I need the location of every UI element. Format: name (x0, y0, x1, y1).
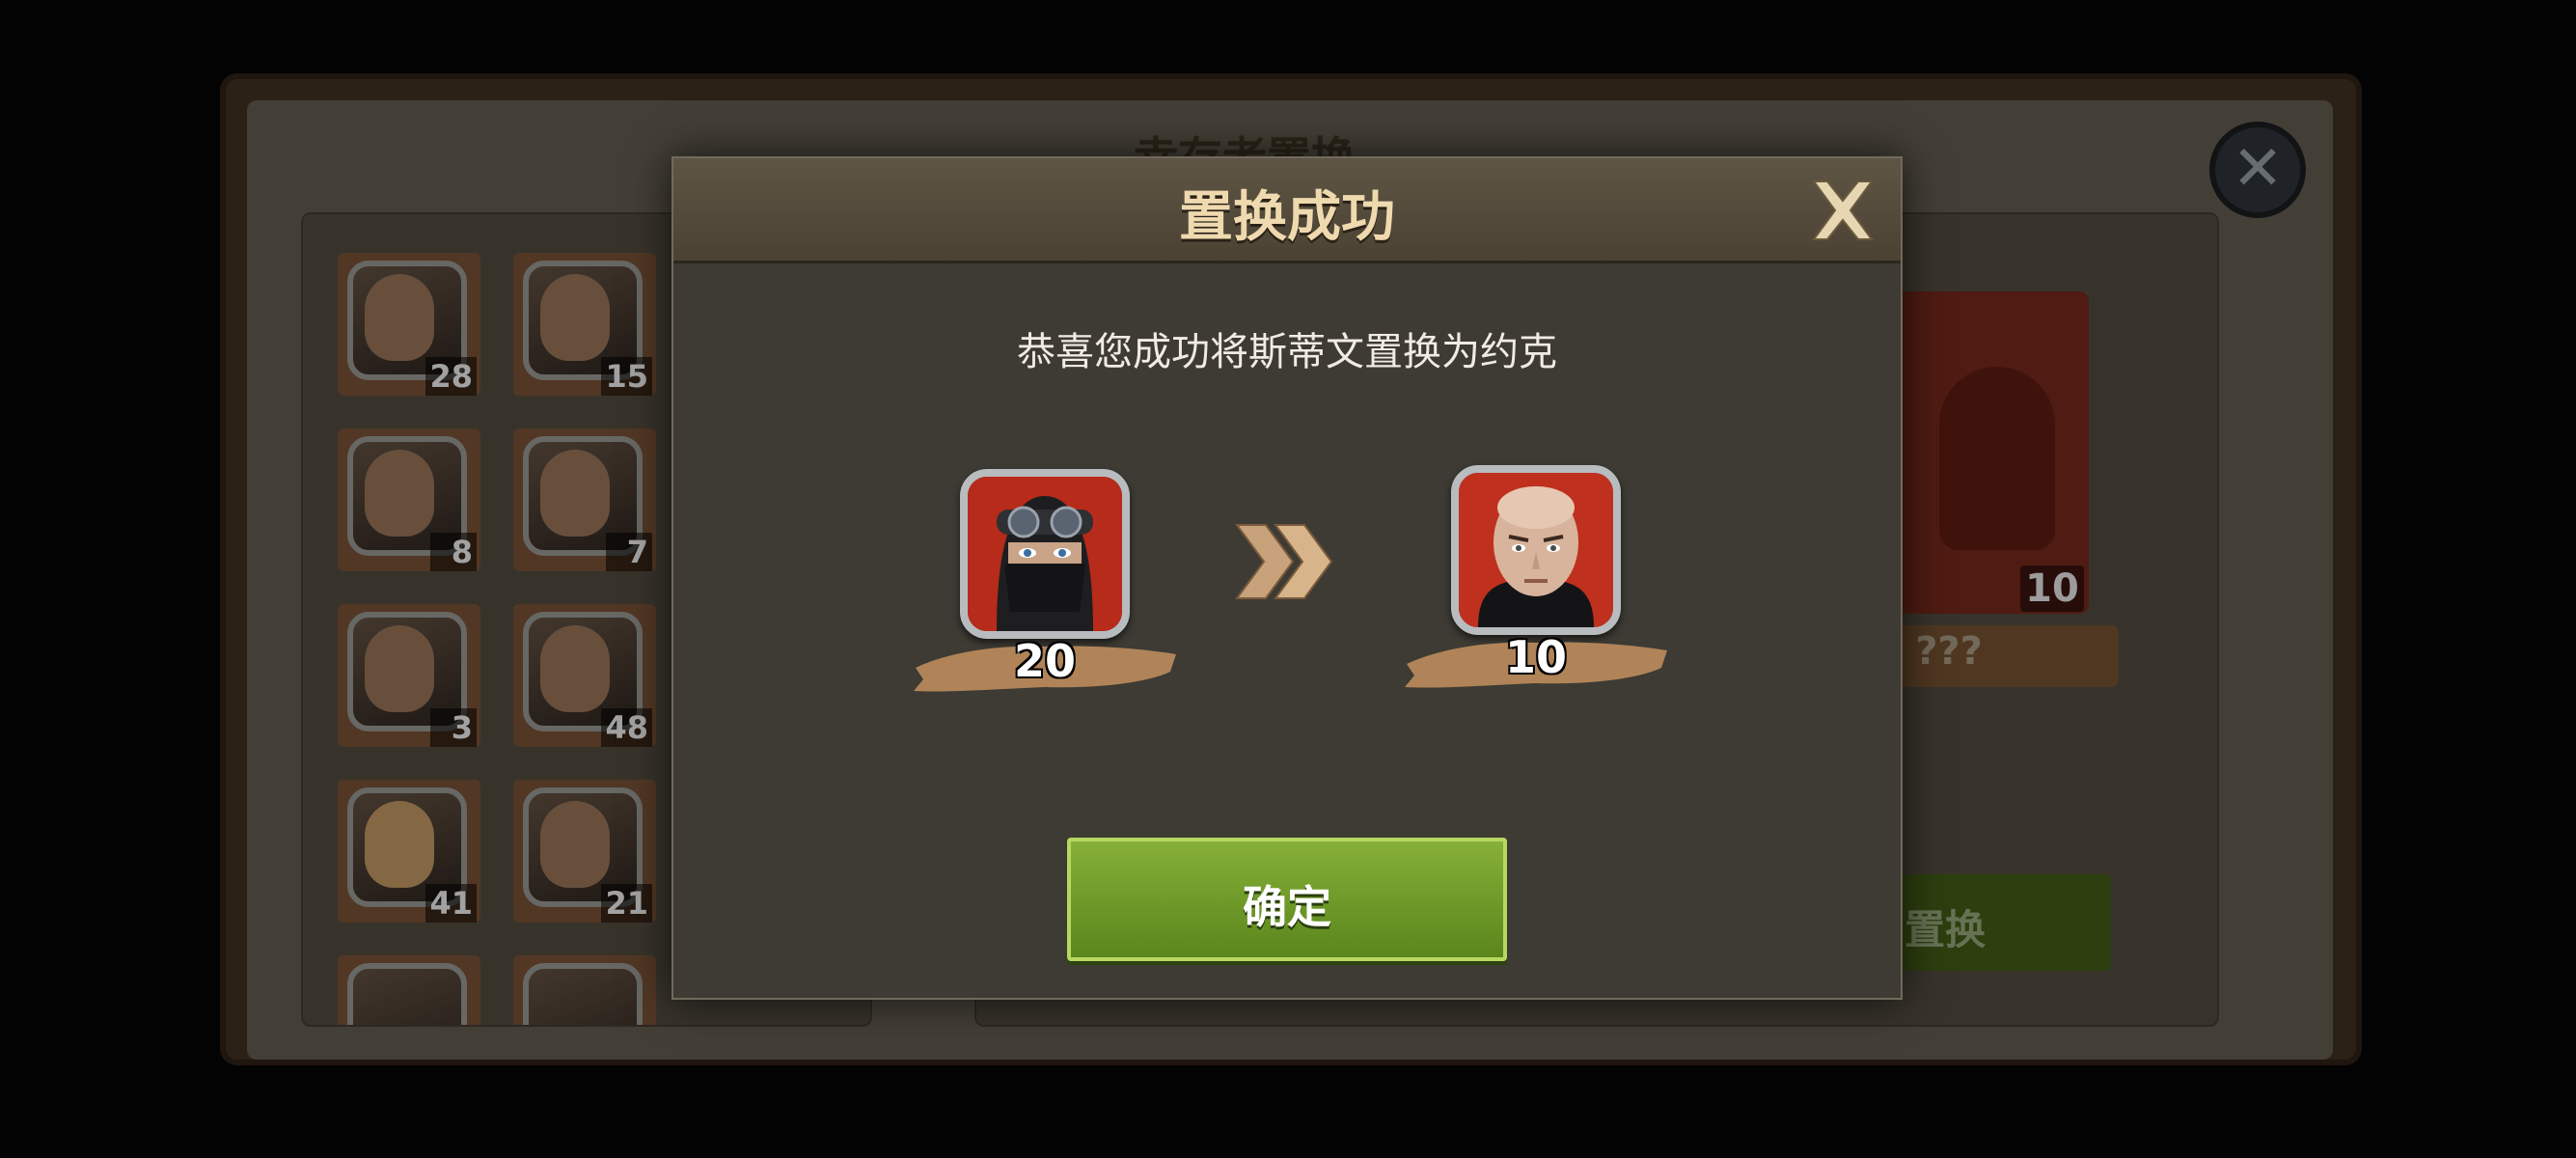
dialog-title: 置换成功 (1179, 186, 1395, 249)
close-x-icon[interactable] (1806, 174, 1879, 247)
bald-soldier-portrait (1451, 465, 1621, 635)
confirm-button[interactable]: 确定 (1067, 838, 1507, 961)
success-message: 恭喜您成功将斯蒂文置换为约克 (1017, 330, 1557, 374)
masked-soldier-portrait (960, 469, 1130, 639)
to-hero-card: 10 (1401, 465, 1671, 697)
double-chevron-right-icon (1233, 521, 1337, 602)
from-hero-card: 20 (910, 469, 1180, 701)
to-hero-count: 10 (1504, 631, 1567, 683)
confirm-button-label: 确定 (1243, 881, 1331, 933)
from-hero-count: 20 (1013, 635, 1076, 687)
